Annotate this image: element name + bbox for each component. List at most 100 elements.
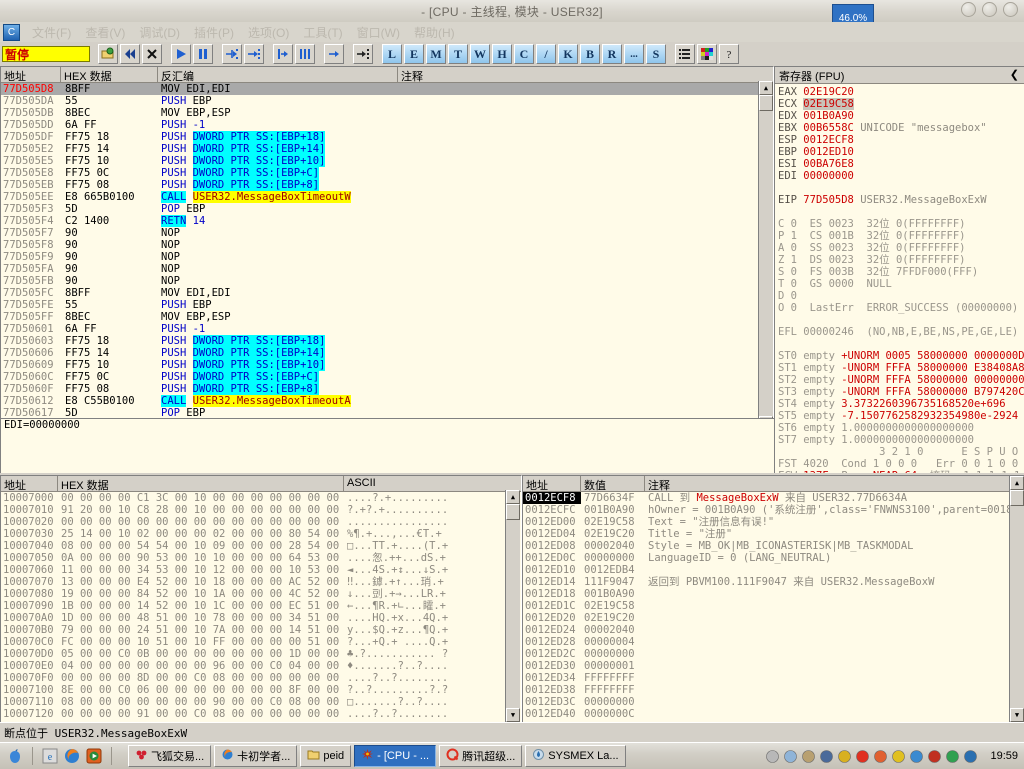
globe-icon[interactable] [909,749,924,764]
disassembly-row[interactable]: 77D505FB90NOP [1,275,773,287]
disassembly-row[interactable]: 77D505FC8BFFMOV EDI,EDI [1,287,773,299]
dump-vscrollbar[interactable]: ▲ ▼ [505,490,520,722]
fpu-st1[interactable]: ST1 empty -UNORM FFFA 58000000 E38408A8 [775,362,1024,374]
flag-line-0[interactable]: C 0 ES 0023 32位 0(FFFFFFFF) [775,218,1024,230]
help-icon[interactable]: ? [719,44,739,64]
dump-row[interactable]: 100070C0FC 00 00 00 10 51 00 10 FF 00 00… [1,636,521,648]
scroll-thumb[interactable] [759,95,773,111]
fpu-st4[interactable]: ST4 empty 3.3732260396735168520e+696 [775,398,1024,410]
dump-row[interactable]: 1000712000 00 00 00 91 00 00 C0 08 00 00… [1,708,521,720]
monitor-icon[interactable] [819,749,834,764]
fpu-st2[interactable]: ST2 empty -UNORM FFFA 58000000 00000000 [775,374,1024,386]
stack-row[interactable]: 0012ED1C02E19C58 [523,600,1024,612]
stack-row[interactable]: 0012ED2C00000000 [523,648,1024,660]
close-program-icon[interactable] [142,44,162,64]
dump-row[interactable]: 100070E004 00 00 00 00 00 00 00 96 00 00… [1,660,521,672]
disassembly-row[interactable]: 77D505F35DPOP EBP [1,203,773,215]
disassembly-row[interactable]: 77D5060FFF75 08PUSH DWORD PTR SS:[EBP+8] [1,383,773,395]
step-over-icon[interactable] [244,44,264,64]
stack-vscrollbar[interactable]: ▲ ▼ [1009,476,1024,722]
dump-row[interactable]: 1000704008 00 00 00 54 54 00 10 09 00 00… [1,540,521,552]
chevron-left-icon[interactable]: ❮ [1010,68,1024,83]
menu-help[interactable]: 帮助(H) [407,22,462,43]
dump-row[interactable]: 100070901B 00 00 00 14 52 00 10 1C 00 00… [1,600,521,612]
stack-row[interactable]: 0012ED18001B0A90 [523,588,1024,600]
dump-scroll-down-button[interactable]: ▼ [506,708,520,722]
stack-col-address[interactable]: 地址 [523,476,581,491]
toolbar-letter-K[interactable]: K [558,44,578,64]
menu-plugins[interactable]: 插件(P) [187,22,241,43]
toolbar-letter-T[interactable]: T [448,44,468,64]
stack-row[interactable]: 0012ED400000000C [523,708,1024,720]
dump-scroll-up-button[interactable]: ▲ [506,490,520,504]
flag-line-7[interactable]: O 0 LastErr ERROR_SUCCESS (00000000) [775,302,1024,314]
shield-icon[interactable] [963,749,978,764]
menu-view[interactable]: 查看(V) [78,22,132,43]
menu-file[interactable]: 文件(F) [25,22,78,43]
run-to-selection-icon[interactable] [353,44,373,64]
fpu-fcw[interactable]: FCW 137F Prec NEAR,64 掩码 1 1 1 1 1 1 [775,470,1024,473]
disassembly-row[interactable]: 77D50612E8 C55B0100CALL USER32.MessageBo… [1,395,773,407]
stack-scroll-down-button[interactable]: ▼ [1010,708,1024,722]
options-list-icon[interactable] [675,44,695,64]
menu-debug[interactable]: 调试(D) [132,22,187,43]
dump-row[interactable]: 100070B079 00 00 00 24 51 00 10 7A 00 00… [1,624,521,636]
dump-col-address[interactable]: 地址 [1,476,58,491]
toolbar-letter-L[interactable]: L [382,44,402,64]
minimize-button[interactable] [961,2,976,17]
stack-row[interactable]: 0012ED34FFFFFFFF [523,672,1024,684]
disassembly-rows[interactable]: 77D505D88BFFMOV EDI,EDI77D505DA55PUSH EB… [1,83,773,431]
stack-row[interactable]: 0012ED38FFFFFFFF [523,684,1024,696]
disassembly-row[interactable]: 77D505F890NOP [1,239,773,251]
dump-row[interactable]: 1000707013 00 00 00 E4 52 00 10 18 00 00… [1,576,521,588]
stack-row[interactable]: 0012ED100012EDB4 [523,564,1024,576]
stack-row[interactable]: 0012ED3000000001 [523,660,1024,672]
fpu-st7[interactable]: ST7 empty 1.0000000000000000000 [775,434,1024,446]
coin-icon[interactable] [837,749,852,764]
toolbar-letter-B[interactable]: B [580,44,600,64]
toolbar-letter-S[interactable]: S [646,44,666,64]
disassembly-row[interactable]: 77D505E8FF75 0CPUSH DWORD PTR SS:[EBP+C] [1,167,773,179]
register-edx[interactable]: EDX 001B0A90 [775,110,1024,122]
maximize-button[interactable] [982,2,997,17]
ollydbg-icon[interactable]: C [3,24,20,41]
execute-till-return-icon[interactable] [324,44,344,64]
book-icon[interactable] [927,749,942,764]
dump-row[interactable]: 1000708019 00 00 00 84 52 00 10 1A 00 00… [1,588,521,600]
disassembly-panel[interactable]: 地址 HEX 数据 反汇编 注释 77D505D88BFFMOV EDI,EDI… [0,66,774,432]
toolbar-letter-R[interactable]: R [602,44,622,64]
media-player-icon[interactable] [85,747,103,765]
run-icon[interactable] [171,44,191,64]
fpu-header[interactable]: 3 2 1 0 E S P U O Z D I [775,446,1024,458]
dump-row[interactable]: 1000703025 14 00 10 02 00 00 00 02 00 00… [1,528,521,540]
col-comment[interactable]: 注释 [398,67,758,82]
register-eip[interactable]: EIP 77D505D8 USER32.MessageBoxExW [775,194,1024,206]
register-esp[interactable]: ESP 0012ECF8 [775,134,1024,146]
sun-icon[interactable] [891,749,906,764]
stack-col-value[interactable]: 数值 [581,476,645,491]
trace-over-icon[interactable] [295,44,315,64]
disassembly-row[interactable]: 77D505FF8BECMOV EBP,ESP [1,311,773,323]
disassembly-row[interactable]: 77D505EEE8 665B0100CALL USER32.MessageBo… [1,191,773,203]
flag-line-6[interactable]: D 0 [775,290,1024,302]
firefox-icon[interactable] [63,747,81,765]
dump-row[interactable]: 100071008E 00 00 C0 06 00 00 00 00 00 00… [1,684,521,696]
dump-row[interactable]: 100070500A 00 00 00 90 53 00 10 10 00 00… [1,552,521,564]
menu-tools[interactable]: 工具(T) [296,22,349,43]
flag-line-1[interactable]: P 1 CS 001B 32位 0(FFFFFFFF) [775,230,1024,242]
stack-row[interactable]: 0012ED14111F9047返回到 PBVM100.111F9047 来自 … [523,576,1024,588]
disassembly-row[interactable]: 77D505F4C2 1400RETN 14 [1,215,773,227]
register-ebp[interactable]: EBP 0012ED10 [775,146,1024,158]
disassembly-row[interactable]: 77D505DFFF75 18PUSH DWORD PTR SS:[EBP+18… [1,131,773,143]
register-ebx[interactable]: EBX 00B6558C UNICODE "messagebox" [775,122,1024,134]
toolbar-letter-dots[interactable]: ... [624,44,644,64]
stack-col-comment[interactable]: 注释 [645,476,1024,491]
col-hexdata[interactable]: HEX 数据 [61,67,158,82]
register-efl[interactable]: EFL 00000246 (NO,NB,E,BE,NS,PE,GE,LE) [775,326,1024,338]
fpu-st0[interactable]: ST0 empty +UNORM 0005 58000000 0000000D [775,350,1024,362]
stack-row[interactable]: 0012ED2002E19C20 [523,612,1024,624]
taskbar-task[interactable]: SYSMEX La... [525,745,625,767]
taskbar-task[interactable]: 卡初学者... [214,745,297,767]
dump-col-ascii[interactable]: ASCII [344,476,506,491]
disassembly-row[interactable]: 77D506016A FFPUSH -1 [1,323,773,335]
